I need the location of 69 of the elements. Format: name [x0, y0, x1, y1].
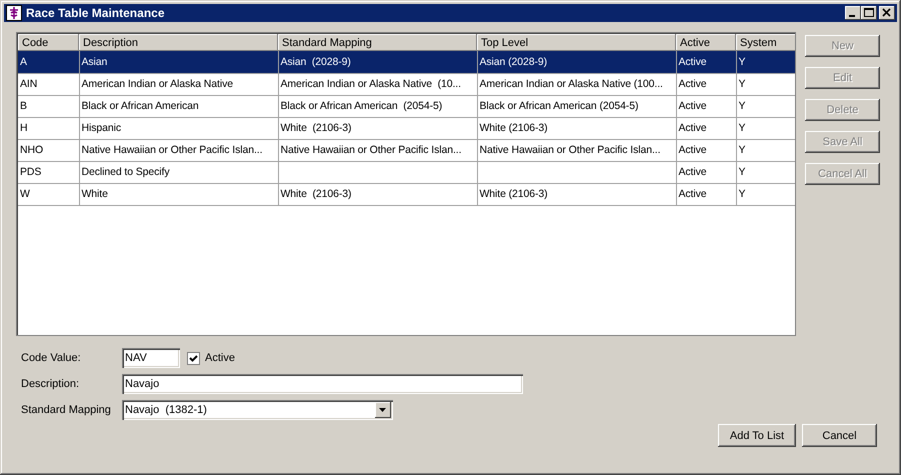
column-header[interactable]: Description: [79, 34, 278, 51]
table-cell: AIN: [20, 78, 38, 90]
table-cell: Y: [738, 78, 746, 90]
table-cell: Active: [678, 188, 706, 200]
table-cell: PDS: [20, 166, 42, 178]
table-cell: Y: [738, 122, 746, 134]
table-cell: White (2106-3): [480, 122, 548, 134]
table-cell: Asian (2028-9): [480, 56, 547, 68]
description-field[interactable]: Navajo: [122, 374, 523, 394]
table-cell: Asian (2028-9): [280, 56, 351, 68]
column-header[interactable]: System: [736, 34, 795, 51]
table-cell: Active: [678, 56, 706, 68]
window-title: Race Table Maintenance: [26, 6, 166, 20]
table-cell: Black or African American (2054-5): [480, 100, 638, 112]
app-icon: [6, 5, 22, 21]
table-row[interactable]: H Hispanic White (2106-3) White (2106-3) Active Y: [18, 117, 795, 139]
table-cell: Declined to Specify: [82, 166, 170, 178]
dialog-button[interactable]: Add To List: [718, 424, 796, 447]
table-cell: H: [20, 122, 28, 134]
table-cell: A: [20, 56, 27, 68]
dropdown-arrow-icon[interactable]: [375, 402, 391, 418]
table-cell: Native Hawaiian or Other Pacific Islan...: [82, 144, 262, 156]
column-header[interactable]: Code: [18, 34, 79, 51]
table-cell: B: [20, 100, 27, 112]
table-row[interactable]: PDS Declined to Specify Active Y: [18, 161, 795, 183]
close-button[interactable]: [879, 6, 895, 20]
checkbox-label: Active: [205, 352, 235, 364]
table-row[interactable]: AIN American Indian or Alaska Native American Indian or Alaska Native (10... American Indian or Alaska Native (100... Active Y: [18, 73, 795, 95]
table-cell: Y: [738, 56, 746, 68]
field-label: Code Value:: [21, 352, 82, 364]
table-cell: Active: [678, 78, 706, 90]
standard-mapping-dropdown[interactable]: Navajo (1382-1): [122, 400, 393, 420]
table-row[interactable]: B Black or African American Black or African American (2054-5) Black or African American (2054-5) Active Y: [18, 95, 795, 117]
minimize-button[interactable]: [845, 6, 861, 20]
table-cell: Active: [678, 100, 706, 112]
table-row[interactable]: A Asian Asian (2028-9) Asian (2028-9) Active Y: [18, 51, 795, 73]
table-cell: American Indian or Alaska Native (100...: [480, 78, 663, 90]
table-cell: Native Hawaiian or Other Pacific Islan...: [280, 144, 462, 156]
table-cell: Y: [738, 100, 746, 112]
column-header[interactable]: Standard Mapping: [278, 34, 477, 51]
table-cell: Black or African American (2054-5): [280, 100, 442, 112]
field-label: Standard Mapping: [21, 404, 112, 416]
table-cell: American Indian or Alaska Native: [82, 78, 233, 90]
table-cell: White (2106-3): [280, 188, 352, 200]
table-cell: American Indian or Alaska Native (10...: [280, 78, 461, 90]
field-label: Description:: [21, 378, 80, 390]
table-cell: Black or African American: [82, 100, 199, 112]
column-header[interactable]: Top Level: [477, 34, 676, 51]
table-cell: Asian: [82, 56, 108, 68]
table-cell: Native Hawaiian or Other Pacific Islan...: [480, 144, 660, 156]
table-cell: Active: [678, 144, 706, 156]
maximize-button[interactable]: [861, 6, 877, 20]
table-cell: W: [20, 188, 30, 200]
table-cell: Active: [678, 122, 706, 134]
active-checkbox[interactable]: [187, 352, 200, 364]
table-row[interactable]: W White White (2106-3) White (2106-3) Active Y: [18, 183, 795, 205]
table-cell: White (2106-3): [280, 122, 352, 134]
table-cell: Hispanic: [82, 122, 121, 134]
table-row[interactable]: NHO Native Hawaiian or Other Pacific Islan... Native Hawaiian or Other Pacific Islan... Native Hawaiian or Other Pacific Islan... Active Y: [18, 139, 795, 161]
table-cell: Y: [738, 166, 746, 178]
table-cell: White (2106-3): [480, 188, 548, 200]
table-cell: White: [82, 188, 108, 200]
dialog-button[interactable]: Cancel: [802, 424, 877, 447]
table-cell: Y: [738, 144, 746, 156]
table-cell: NHO: [20, 144, 44, 156]
code-value-field[interactable]: NAV: [122, 348, 180, 368]
column-header[interactable]: Active: [676, 34, 736, 51]
table-cell: Active: [678, 166, 706, 178]
table-cell: Y: [738, 188, 746, 200]
